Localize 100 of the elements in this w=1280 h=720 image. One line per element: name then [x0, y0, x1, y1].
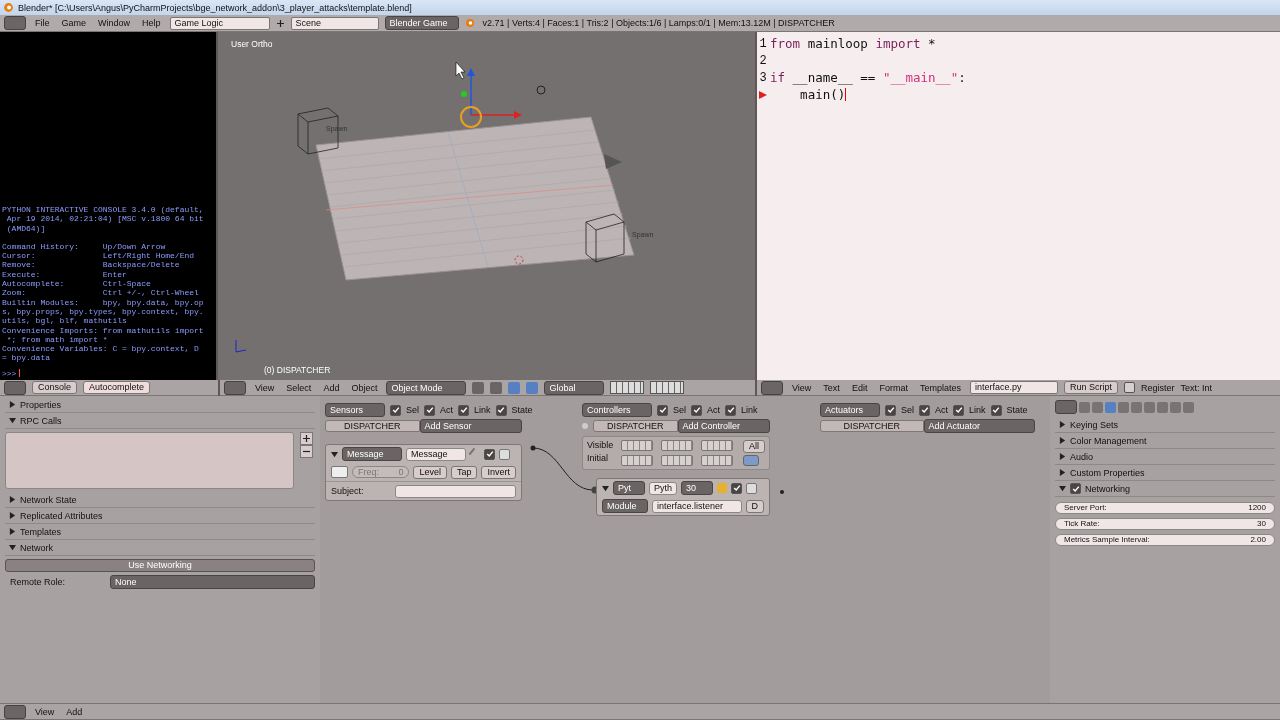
expanded-arrow-icon[interactable] — [9, 544, 16, 551]
sensor-type-dropdown[interactable]: Message — [342, 447, 402, 461]
menu-item[interactable]: File — [32, 18, 53, 28]
panel-header[interactable]: Audio — [1055, 449, 1275, 465]
collapsed-arrow-icon[interactable] — [9, 528, 16, 535]
add-controller-dropdown[interactable]: Add Controller — [677, 419, 770, 433]
level-button[interactable]: Level — [413, 465, 447, 479]
editor-type-icon[interactable] — [4, 380, 26, 395]
number-field[interactable]: Tick Rate: 30 — [1055, 518, 1275, 530]
panel-header[interactable]: Templates — [5, 524, 315, 540]
editor-type-icon[interactable] — [224, 380, 246, 395]
state-grid[interactable] — [621, 440, 653, 451]
panel-header[interactable]: Keying Sets — [1055, 417, 1275, 433]
menu-item[interactable]: Select — [283, 382, 315, 393]
link-socket-icon[interactable] — [780, 490, 784, 494]
checkbox[interactable] — [990, 404, 1002, 416]
sensor-name-field[interactable]: Message — [406, 447, 466, 461]
panel-header[interactable]: Network — [5, 540, 315, 556]
remote-role-dropdown[interactable]: None — [110, 575, 315, 589]
invert-button[interactable]: Invert — [481, 465, 516, 479]
checkbox[interactable] — [919, 404, 930, 416]
panel-header[interactable]: Color Management — [1055, 433, 1275, 449]
panel-header[interactable]: Properties — [5, 397, 315, 413]
editor-type-icon[interactable] — [4, 16, 26, 30]
mode-dropdown[interactable]: Module — [602, 499, 648, 513]
collapsed-arrow-icon[interactable] — [1059, 437, 1066, 444]
all-button[interactable]: All — [743, 440, 765, 453]
panel-header[interactable]: Networking — [1055, 481, 1275, 497]
collapsed-arrow-icon[interactable] — [9, 512, 16, 519]
panel-header[interactable]: Custom Properties — [1055, 465, 1275, 481]
menu-item[interactable]: Window — [95, 18, 134, 28]
expanded-arrow-icon[interactable] — [602, 484, 609, 492]
checkbox[interactable] — [390, 404, 401, 416]
checkbox[interactable] — [495, 404, 507, 416]
list-box[interactable] — [5, 432, 294, 489]
collapsed-arrow-icon[interactable] — [1059, 453, 1066, 460]
checkbox[interactable] — [424, 404, 435, 416]
run-script-button[interactable]: Run Script — [1063, 381, 1118, 394]
collapsed-arrow-icon[interactable] — [9, 401, 16, 408]
checkbox[interactable] — [458, 404, 470, 416]
menu-item[interactable]: View — [32, 706, 58, 717]
menu-item[interactable]: Add — [320, 382, 343, 393]
menu-item[interactable]: View — [789, 382, 815, 393]
layers-icon[interactable] — [610, 381, 645, 394]
panel-header[interactable]: RPC Calls — [5, 413, 315, 429]
pulse-toggle[interactable] — [331, 466, 349, 478]
actuators-dropdown[interactable]: Actuators — [820, 403, 880, 417]
render-engine-dropdown[interactable]: Blender Game — [384, 16, 459, 30]
checkbox[interactable] — [725, 404, 737, 416]
sensors-dropdown[interactable]: Sensors — [325, 403, 385, 417]
checkbox[interactable] — [691, 404, 702, 416]
checkbox[interactable] — [731, 482, 742, 494]
number-field[interactable]: Metrics Sample Interval: 2.00 — [1055, 534, 1275, 546]
panel-header[interactable]: Replicated Attributes — [5, 508, 315, 524]
priority-dropdown[interactable]: 30 — [681, 481, 713, 495]
checkbox[interactable] — [1070, 483, 1081, 494]
menu-item[interactable]: Add — [63, 706, 86, 717]
checkbox[interactable] — [885, 404, 896, 416]
menu-item[interactable]: Game — [58, 18, 90, 28]
expanded-arrow-icon[interactable] — [331, 450, 338, 458]
state-grid[interactable] — [621, 454, 653, 466]
menu-item[interactable]: View — [252, 382, 278, 393]
module-field[interactable]: interface.listener — [652, 499, 742, 513]
checkbox[interactable] — [953, 404, 965, 416]
add-icon[interactable] — [275, 18, 285, 28]
expanded-arrow-icon[interactable] — [1059, 485, 1066, 492]
state-grid[interactable] — [701, 440, 733, 451]
menu-item[interactable]: Templates — [916, 382, 964, 393]
menu-item[interactable]: Help — [139, 18, 164, 28]
scene-field[interactable]: Scene — [290, 16, 379, 30]
editor-type-icon[interactable] — [4, 704, 26, 719]
menu-item[interactable]: Edit — [848, 382, 871, 393]
collapsed-arrow-icon[interactable] — [1059, 469, 1066, 476]
add-button[interactable] — [300, 432, 313, 445]
text-file-field[interactable]: interface.py — [969, 381, 1058, 394]
editor-type-icon[interactable] — [761, 380, 783, 395]
checkbox[interactable] — [484, 448, 495, 460]
screen-layout-field[interactable]: Game Logic — [169, 16, 270, 30]
menu-item[interactable]: Text — [820, 382, 843, 393]
mode-dropdown[interactable]: Object Mode — [386, 380, 467, 395]
menu-item[interactable]: Format — [876, 382, 911, 393]
editor-type-icon[interactable] — [1055, 400, 1077, 414]
remove-button[interactable] — [300, 445, 313, 458]
use-networking-button[interactable]: Use Networking — [5, 559, 315, 572]
debug-button[interactable]: D — [745, 499, 764, 513]
number-field[interactable]: Server Port: 1200 — [1055, 502, 1275, 514]
layers-icon[interactable] — [650, 381, 685, 394]
console-button[interactable]: Autocomplete — [83, 381, 151, 394]
collapsed-arrow-icon[interactable] — [1059, 421, 1066, 428]
tap-button[interactable]: Tap — [450, 465, 478, 479]
orientation-dropdown[interactable]: Global — [544, 380, 605, 395]
add-sensor-dropdown[interactable]: Add Sensor — [419, 419, 522, 433]
state-grid[interactable] — [661, 440, 693, 451]
console-button[interactable]: Console — [32, 381, 78, 394]
controllers-dropdown[interactable]: Controllers — [582, 403, 652, 417]
add-actuator-dropdown[interactable]: Add Actuator — [923, 419, 1035, 433]
checkbox[interactable] — [1123, 382, 1135, 393]
collapsed-arrow-icon[interactable] — [9, 496, 16, 503]
subject-field[interactable] — [395, 484, 516, 498]
panel-header[interactable]: Network State — [5, 492, 315, 508]
